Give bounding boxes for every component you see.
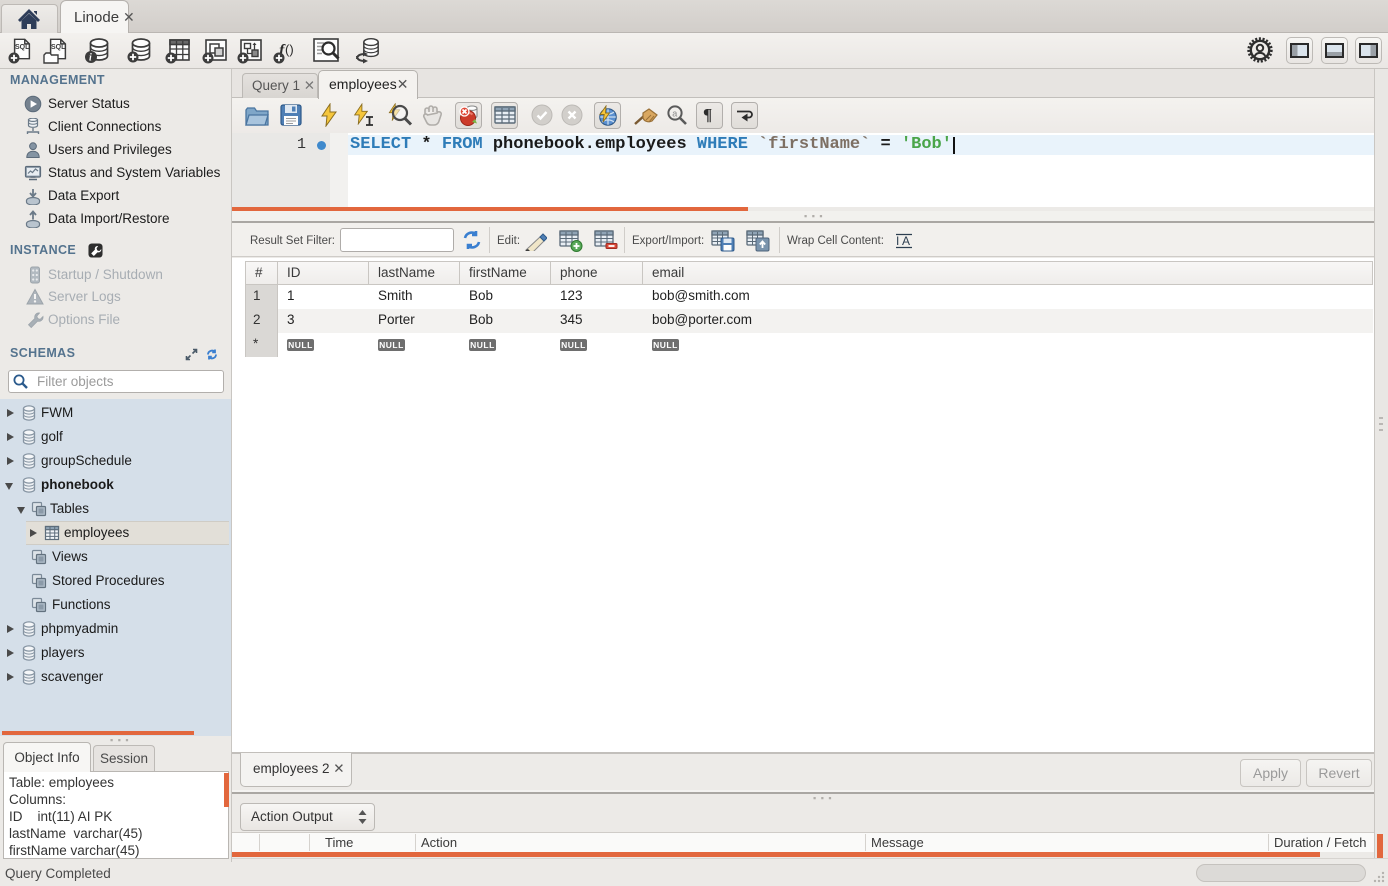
svg-text:SQL: SQL: [15, 44, 30, 51]
svg-text:a: a: [672, 109, 677, 119]
svg-text:A: A: [902, 234, 910, 248]
svg-text:SQL: SQL: [51, 44, 66, 51]
svg-text:I: I: [896, 234, 899, 248]
svg-text:i: i: [89, 53, 92, 64]
svg-text:(): (): [285, 42, 294, 57]
